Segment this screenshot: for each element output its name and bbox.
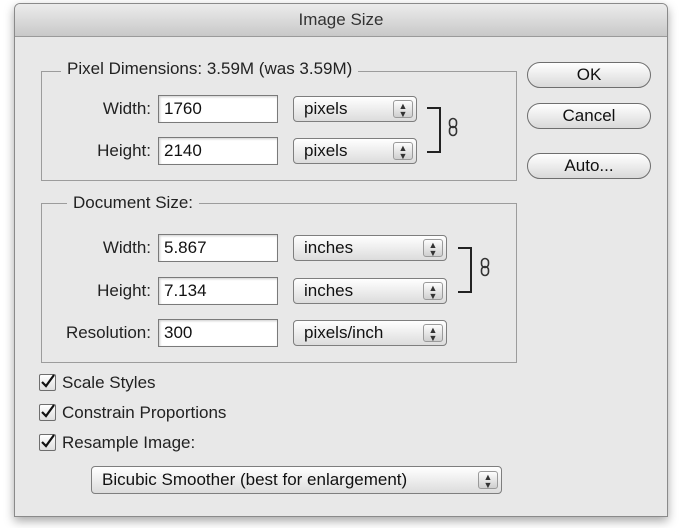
pixel-width-unit-select[interactable]: pixels ▲ ▼ <box>293 96 417 122</box>
scale-styles-label: Scale Styles <box>62 373 156 392</box>
document-height-label: Height: <box>97 281 151 300</box>
constrain-proportions-checkbox[interactable] <box>39 404 56 421</box>
resample-image-checkbox[interactable] <box>39 434 56 451</box>
document-size-title: Document Size: <box>67 193 199 213</box>
up-down-arrows-icon: ▲ ▼ <box>393 142 413 161</box>
checkmark-icon <box>41 404 55 418</box>
document-width-unit-value: inches <box>304 238 354 257</box>
document-height-input[interactable] <box>158 277 278 305</box>
pixel-constrain-bracket <box>427 107 441 153</box>
pixel-height-label: Height: <box>97 141 151 160</box>
checkmark-icon <box>41 374 55 388</box>
pixel-height-unit-select[interactable]: pixels ▲ ▼ <box>293 138 417 164</box>
pixel-height-input[interactable] <box>158 137 278 165</box>
document-width-label: Width: <box>102 238 151 257</box>
pixel-width-label: Width: <box>102 99 151 118</box>
up-down-arrows-icon: ▲ ▼ <box>423 282 443 301</box>
resolution-label: Resolution: <box>65 323 151 342</box>
resample-image-label: Resample Image: <box>62 433 196 452</box>
cancel-button[interactable]: Cancel <box>527 103 651 129</box>
pixel-dimensions-title: Pixel Dimensions: 3.59M (was 3.59M) <box>61 59 359 79</box>
resolution-input[interactable] <box>158 319 278 347</box>
document-height-unit-select[interactable]: inches ▲ ▼ <box>293 278 447 304</box>
ok-button[interactable]: OK <box>527 62 651 88</box>
document-height-unit-value: inches <box>304 281 354 300</box>
pixel-width-input[interactable] <box>158 95 278 123</box>
up-down-arrows-icon: ▲ ▼ <box>423 239 443 258</box>
resolution-unit-value: pixels/inch <box>304 323 384 342</box>
up-down-arrows-icon: ▲ ▼ <box>423 324 443 343</box>
dialog-title: Image Size <box>15 4 667 37</box>
checkmark-icon <box>41 434 55 448</box>
document-constrain-bracket <box>458 247 472 293</box>
pixel-height-unit-value: pixels <box>304 141 348 160</box>
auto-button[interactable]: Auto... <box>527 153 651 179</box>
constrain-proportions-label: Constrain Proportions <box>62 403 227 422</box>
pixel-width-unit-value: pixels <box>304 99 348 118</box>
resample-method-value: Bicubic Smoother (best for enlargement) <box>102 470 408 489</box>
chain-link-icon <box>480 257 490 277</box>
document-width-input[interactable] <box>158 234 278 262</box>
image-size-dialog: Image Size Pixel Dimensions: 3.59M (was … <box>14 3 668 517</box>
up-down-arrows-icon: ▲ ▼ <box>478 471 498 490</box>
up-down-arrows-icon: ▲ ▼ <box>393 100 413 119</box>
resolution-unit-select[interactable]: pixels/inch ▲ ▼ <box>293 320 447 346</box>
document-width-unit-select[interactable]: inches ▲ ▼ <box>293 235 447 261</box>
chain-link-icon <box>448 117 458 137</box>
resample-method-select[interactable]: Bicubic Smoother (best for enlargement) … <box>91 466 502 494</box>
scale-styles-checkbox[interactable] <box>39 374 56 391</box>
